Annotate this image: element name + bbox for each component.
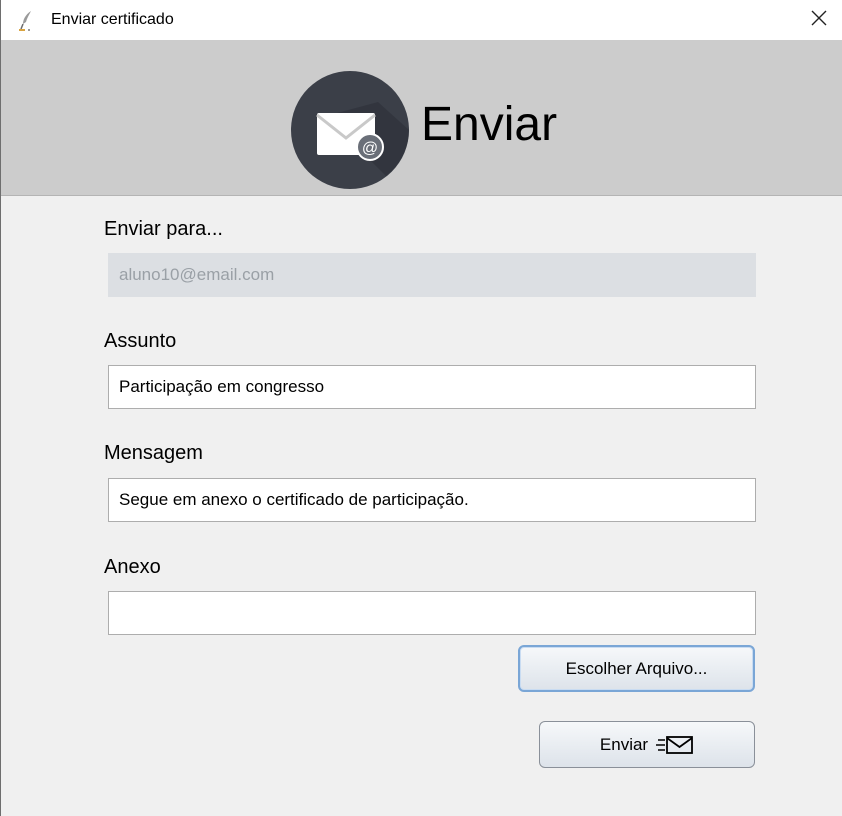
close-button[interactable] [796, 0, 842, 40]
attachment-label: Anexo [104, 556, 161, 578]
close-icon [809, 8, 829, 33]
message-label: Mensagem [104, 442, 203, 464]
envelope-at-icon: @ [286, 66, 414, 194]
dialog-window: Enviar certificado @ Enviar Enviar para.… [0, 0, 842, 816]
choose-file-label: Escolher Arquivo... [565, 658, 708, 678]
window-title: Enviar certificado [51, 11, 174, 28]
send-button[interactable]: Enviar [539, 721, 755, 768]
logo-badge: @ [362, 140, 378, 157]
title-bar[interactable]: Enviar certificado [1, 0, 842, 40]
header-banner: @ Enviar [1, 40, 842, 196]
to-label: Enviar para... [104, 218, 223, 240]
header-title: Enviar [421, 98, 558, 151]
send-mail-icon [656, 735, 694, 755]
feather-pen-icon [17, 10, 37, 32]
message-field[interactable] [108, 478, 756, 522]
send-label: Enviar [599, 734, 649, 754]
attachment-field[interactable] [108, 591, 756, 635]
subject-label: Assunto [104, 330, 177, 352]
to-field[interactable] [108, 253, 756, 297]
choose-file-button[interactable]: Escolher Arquivo... [518, 645, 755, 692]
subject-field[interactable] [108, 365, 756, 409]
